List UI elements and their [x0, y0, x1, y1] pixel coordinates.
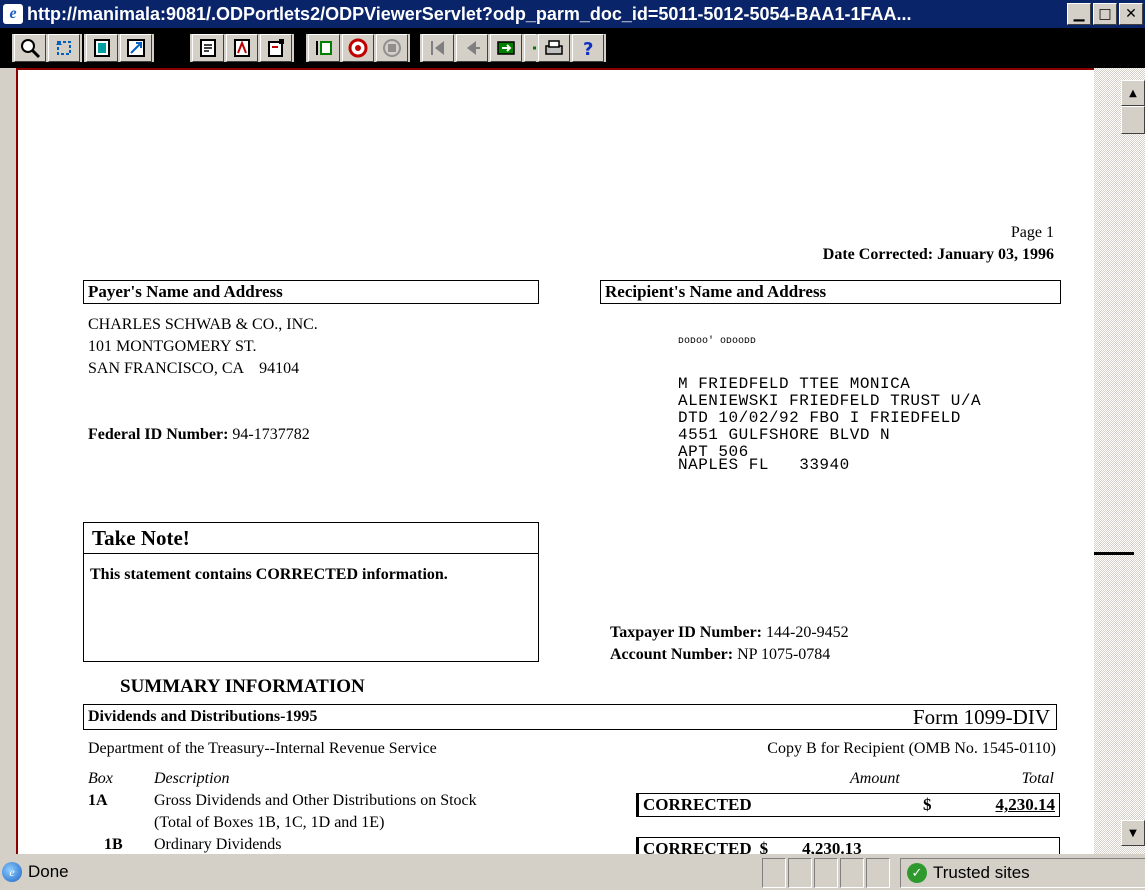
department: Department of the Treasury--Internal Rev… [88, 740, 437, 757]
federal-id-value: 94-1737782 [232, 426, 310, 443]
first-page-icon[interactable] [422, 34, 454, 62]
window-title: http://manimala:9081/.ODPortlets2/ODPVie… [27, 3, 912, 24]
take-note-box: Take Note! This statement contains CORRE… [83, 522, 539, 662]
status-done: e Done [2, 858, 69, 886]
form-name: Form 1099-DIV [912, 705, 1050, 729]
minimize-button[interactable]: ▁ [1067, 3, 1091, 25]
recipient-line-6: NAPLES FL 33940 [678, 456, 850, 474]
scroll-thumb[interactable] [1121, 106, 1145, 134]
status-pane-4 [840, 858, 864, 888]
row1-corrected: CORRECTED [643, 795, 752, 814]
row1-desc-line2: (Total of Boxes 1B, 1C, 1D and 1E) [154, 814, 385, 831]
page-marker [1094, 552, 1134, 555]
rotate-icon[interactable] [48, 34, 80, 62]
ie-icon: e [3, 4, 23, 24]
title-bar: e http://manimala:9081/.ODPortlets2/ODPV… [0, 0, 1145, 28]
recipient-line-4: 4551 GULFSHORE BLVD N [678, 426, 891, 444]
document-viewer[interactable]: Page 1 Date Corrected: January 03, 1996 … [16, 68, 1094, 856]
status-pane-3 [814, 858, 838, 888]
payer-line-3: SAN FRANCISCO, CA 94104 [88, 360, 300, 377]
ie-page-icon: e [2, 862, 22, 882]
maximize-button[interactable]: □ [1093, 3, 1117, 25]
row1-corrected-box: CORRECTED $ 4,230.14 [636, 793, 1060, 817]
status-bar: e Done ✓ Trusted sites [0, 854, 1145, 890]
page-view-icon[interactable] [86, 34, 118, 62]
fit-icon[interactable] [120, 34, 152, 62]
print-icon[interactable] [538, 34, 570, 62]
recipient-line-2: ALENIEWSKI FRIEDFELD TRUST U/A [678, 392, 982, 410]
find-icon[interactable] [192, 34, 224, 62]
status-pane-2 [788, 858, 812, 888]
col-total: Total [1021, 770, 1054, 787]
payer-line-2: 101 MONTGOMERY ST. [88, 338, 257, 355]
section-header: Dividends and Distributions-1995 Form 10… [83, 704, 1057, 730]
close-button[interactable]: ✕ [1119, 3, 1143, 25]
viewer-toolbar: ? [0, 28, 1145, 68]
col-amount: Amount [850, 770, 900, 787]
taxpayer-id-value: 144-20-9452 [766, 624, 849, 641]
federal-id-label: Federal ID Number: [88, 426, 229, 443]
row1-desc-line1: Gross Dividends and Other Distributions … [154, 792, 477, 809]
account-number-value: NP 1075-0784 [737, 646, 831, 663]
col-box: Box [88, 770, 113, 787]
take-note-title: Take Note! [84, 523, 538, 554]
notes-icon[interactable] [260, 34, 292, 62]
barcode: ᴅᴏᴅᴏᴏ' ᴏᴅᴏᴏᴅᴅ [678, 336, 757, 347]
summary-title: SUMMARY INFORMATION [120, 676, 365, 697]
vertical-scrollbar[interactable]: ▲ ▼ [1094, 68, 1145, 854]
security-zone[interactable]: ✓ Trusted sites [900, 858, 1145, 888]
taxpayer-id: Taxpayer ID Number: 144-20-9452 [610, 624, 849, 642]
row2-desc: Ordinary Dividends [154, 836, 282, 853]
recipient-line-3: DTD 10/02/92 FBO I FRIEDFELD [678, 409, 961, 427]
check-icon: ✓ [907, 863, 927, 883]
row2-box: 1B [104, 836, 123, 853]
row1-currency: $ [923, 795, 932, 814]
zone-text: Trusted sites [933, 863, 1030, 882]
disabled-icon[interactable] [376, 34, 408, 62]
payer-header: Payer's Name and Address [83, 280, 539, 304]
take-note-body: This statement contains CORRECTED inform… [90, 566, 448, 583]
status-pane-5 [866, 858, 890, 888]
next-set-icon[interactable] [490, 34, 522, 62]
help-icon[interactable]: ? [572, 34, 604, 62]
account-number: Account Number: NP 1075-0784 [610, 646, 830, 664]
scroll-track[interactable] [1094, 68, 1145, 854]
row1-box: 1A [88, 792, 108, 809]
svg-text:?: ? [583, 39, 593, 59]
payer-line-1: CHARLES SCHWAB & CO., INC. [88, 316, 318, 333]
recipient-line-1: M FRIEDFELD TTEE MONICA [678, 375, 911, 393]
section-title: Dividends and Distributions-1995 [88, 708, 318, 725]
stop-icon[interactable] [342, 34, 374, 62]
zoom-icon[interactable] [14, 34, 46, 62]
annotate-icon[interactable] [226, 34, 258, 62]
date-corrected: Date Corrected: January 03, 1996 [822, 246, 1054, 263]
col-description: Description [154, 770, 230, 787]
taxpayer-id-label: Taxpayer ID Number: [610, 624, 763, 641]
recipient-header: Recipient's Name and Address [600, 280, 1061, 304]
scroll-up-icon[interactable]: ▲ [1121, 80, 1145, 106]
scroll-down-icon[interactable]: ▼ [1121, 820, 1145, 846]
copy-b: Copy B for Recipient (OMB No. 1545-0110) [767, 740, 1056, 757]
prev-page-icon[interactable] [456, 34, 488, 62]
account-number-label: Account Number: [610, 646, 734, 663]
status-pane-1 [762, 858, 786, 888]
federal-id: Federal ID Number: 94-1737782 [88, 426, 310, 444]
status-text: Done [28, 862, 69, 881]
page-label: Page 1 [1010, 224, 1054, 241]
first-doc-icon[interactable] [308, 34, 340, 62]
row1-total: 4,230.14 [995, 795, 1056, 814]
